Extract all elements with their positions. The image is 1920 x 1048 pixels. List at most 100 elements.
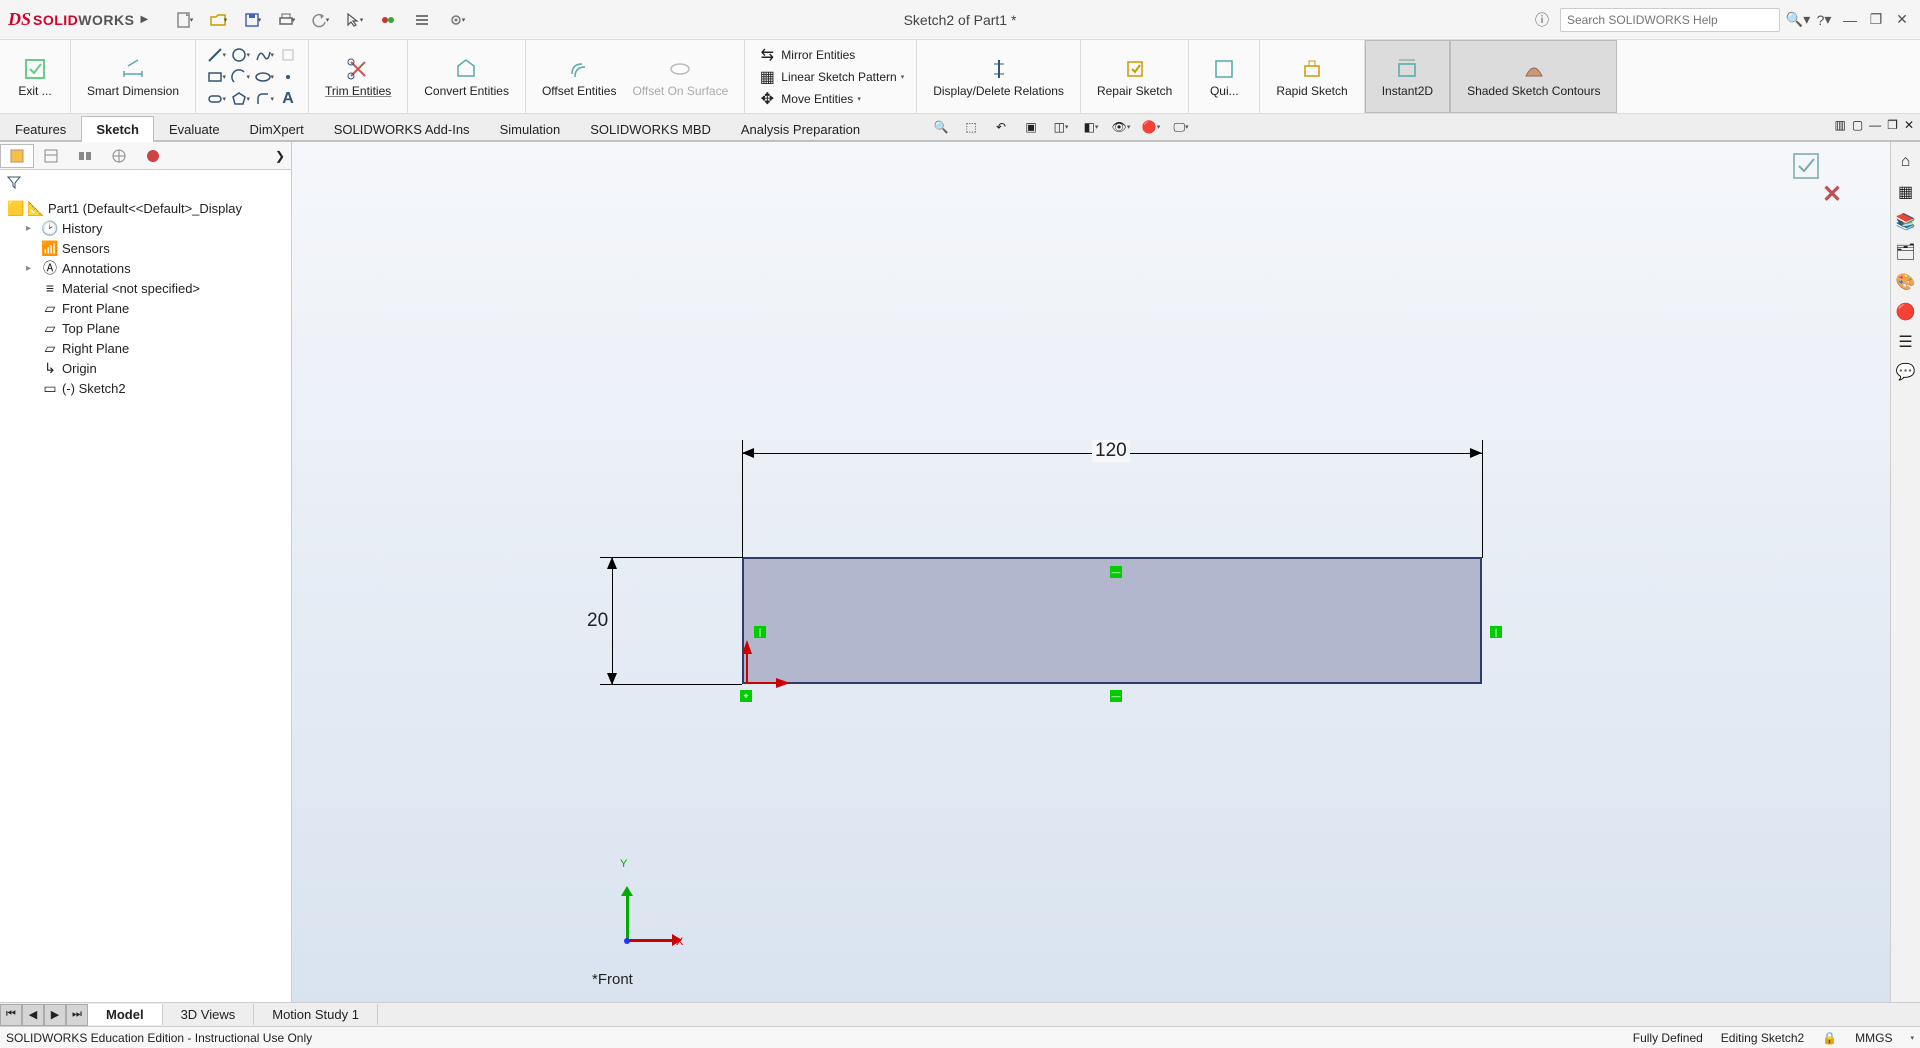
instant2d-button[interactable]: Instant2D (1376, 53, 1439, 100)
move-button[interactable]: ✥Move Entities▾ (755, 88, 863, 110)
vp-max-icon[interactable]: ❐ (1887, 118, 1898, 132)
tree-front-plane[interactable]: ▱Front Plane (0, 298, 291, 318)
ellipse-icon[interactable]: ▾ (254, 67, 274, 87)
display-manager-tab[interactable] (136, 144, 170, 168)
tab-sketch[interactable]: Sketch (81, 116, 154, 142)
custom-props-icon[interactable]: ☰ (1894, 330, 1918, 354)
forum-icon[interactable]: 💬 (1894, 360, 1918, 384)
help-search-input[interactable] (1567, 13, 1773, 27)
horizontal-constraint-icon[interactable]: — (1110, 690, 1122, 702)
undo-icon[interactable]: ▾ (310, 10, 330, 30)
view-palette-icon[interactable]: 🎨 (1894, 270, 1918, 294)
rapid-button[interactable]: Rapid Sketch (1270, 53, 1353, 100)
section-view-icon[interactable]: ▣ (1020, 116, 1042, 138)
tree-origin[interactable]: ↳Origin (0, 358, 291, 378)
arc-icon[interactable]: ▾ (230, 67, 250, 87)
config-manager-tab[interactable] (68, 144, 102, 168)
horizontal-constraint-icon[interactable]: — (1110, 566, 1122, 578)
help-search[interactable] (1560, 8, 1780, 32)
polygon-icon[interactable]: ▾ (230, 89, 250, 109)
tree-sensors[interactable]: 📶Sensors (0, 238, 291, 258)
dimxpert-tab[interactable] (102, 144, 136, 168)
fillet-icon[interactable]: ▾ (254, 89, 274, 109)
tab-addins[interactable]: SOLIDWORKS Add-Ins (319, 116, 485, 142)
display-style-icon[interactable]: ◧▾ (1080, 116, 1102, 138)
restore-icon[interactable]: ❐ (1868, 12, 1884, 28)
convert-button[interactable]: Convert Entities (418, 53, 515, 100)
previous-view-icon[interactable]: ↶ (990, 116, 1012, 138)
status-units-dd[interactable]: ▾ (1910, 1034, 1914, 1042)
status-lock-icon[interactable]: 🔒 (1822, 1031, 1837, 1045)
circle-icon[interactable]: ▾ (230, 45, 250, 65)
graphics-viewport[interactable]: 120 20 | — — | ⌖ Y X *Front ✕ (292, 142, 1890, 1002)
logo-expand-icon[interactable]: ▶ (140, 14, 148, 25)
open-file-icon[interactable]: ▾ (208, 10, 228, 30)
vp-min-icon[interactable]: ― (1869, 118, 1881, 132)
tab-evaluate[interactable]: Evaluate (154, 116, 235, 142)
minimize-icon[interactable]: ― (1842, 12, 1858, 28)
motion-study-tab[interactable]: Motion Study 1 (254, 1004, 378, 1025)
tree-filter[interactable] (0, 170, 291, 194)
print-icon[interactable]: ▾ (276, 10, 296, 30)
exit-sketch-button[interactable]: Exit ... (10, 53, 60, 100)
select-icon[interactable]: ▾ (344, 10, 364, 30)
tab-dimxpert[interactable]: DimXpert (235, 116, 319, 142)
panel-expand-icon[interactable]: ❯ (275, 149, 291, 163)
help-icon[interactable]: ? ▾ (1816, 12, 1832, 28)
dim-height-value[interactable]: 20 (584, 610, 611, 632)
tree-root[interactable]: 🟨📐Part1 (Default<<Default>_Display (0, 198, 291, 218)
close-icon[interactable]: ✕ (1894, 12, 1910, 28)
tree-sketch2[interactable]: ▭(-) Sketch2 (0, 378, 291, 398)
scene-icon[interactable]: 🖵▾ (1170, 116, 1192, 138)
tree-annotations[interactable]: ▸ⒶAnnotations (0, 258, 291, 278)
dim-height-line[interactable] (612, 557, 613, 685)
zoom-fit-icon[interactable]: 🔍 (930, 116, 952, 138)
spline-icon[interactable]: ▾ (254, 45, 274, 65)
trim-button[interactable]: Trim Entities (319, 53, 397, 100)
resources-icon[interactable]: ▦ (1894, 180, 1918, 204)
offset-button[interactable]: Offset Entities (536, 53, 622, 100)
slot-icon[interactable]: ▾ (206, 89, 226, 109)
repair-button[interactable]: Repair Sketch (1091, 53, 1178, 100)
rectangle-icon[interactable]: ▾ (206, 67, 226, 87)
property-manager-tab[interactable] (34, 144, 68, 168)
tab-analysis[interactable]: Analysis Preparation (726, 116, 875, 142)
options-list-icon[interactable] (412, 10, 432, 30)
line-icon[interactable]: ▾ (206, 45, 226, 65)
help-hint-icon[interactable]: ⓘ (1534, 12, 1550, 28)
nav-next-icon[interactable]: ▶ (44, 1004, 66, 1026)
nav-last-icon[interactable]: ⏭ (66, 1004, 88, 1026)
shaded-button[interactable]: Shaded Sketch Contours (1461, 53, 1606, 100)
vp-tile-icon[interactable]: ▥ (1834, 118, 1845, 132)
cancel-sketch-icon[interactable]: ✕ (1822, 180, 1844, 202)
vertical-constraint-icon[interactable]: | (1490, 626, 1502, 638)
tree-material[interactable]: ≡Material <not specified> (0, 278, 291, 298)
vp-close-icon[interactable]: ✕ (1904, 118, 1914, 132)
tree-right-plane[interactable]: ▱Right Plane (0, 338, 291, 358)
pattern-button[interactable]: ▦Linear Sketch Pattern▾ (755, 66, 906, 88)
dim-width-value[interactable]: 120 (1092, 440, 1130, 462)
offset-surface-button[interactable]: Offset On Surface (626, 53, 734, 100)
point-icon[interactable] (278, 67, 298, 87)
coincident-constraint-icon[interactable]: ⌖ (740, 690, 752, 702)
tab-simulation[interactable]: Simulation (485, 116, 576, 142)
design-library-icon[interactable]: 📚 (1894, 210, 1918, 234)
hide-show-icon[interactable]: 👁▾ (1110, 116, 1132, 138)
new-file-icon[interactable]: ▾ (174, 10, 194, 30)
settings-gear-icon[interactable]: ▾ (446, 10, 466, 30)
rebuild-icon[interactable] (378, 10, 398, 30)
view-orientation-icon[interactable]: ◫▾ (1050, 116, 1072, 138)
tab-mbd[interactable]: SOLIDWORKS MBD (575, 116, 726, 142)
file-explorer-icon[interactable]: 🗂 (1894, 240, 1918, 264)
confirm-sketch-icon[interactable] (1792, 152, 1820, 180)
vp-cascade-icon[interactable]: ▢ (1852, 118, 1863, 132)
tab-features[interactable]: Features (0, 116, 81, 142)
appearances-icon[interactable]: 🔴 (1894, 300, 1918, 324)
save-icon[interactable]: ▾ (242, 10, 262, 30)
3dviews-tab[interactable]: 3D Views (163, 1004, 255, 1025)
vertical-constraint-icon[interactable]: | (754, 626, 766, 638)
plane-icon[interactable] (278, 45, 298, 65)
tree-top-plane[interactable]: ▱Top Plane (0, 318, 291, 338)
appearance-icon[interactable]: 🔴▾ (1140, 116, 1162, 138)
smart-dimension-button[interactable]: Smart Dimension (81, 53, 185, 100)
